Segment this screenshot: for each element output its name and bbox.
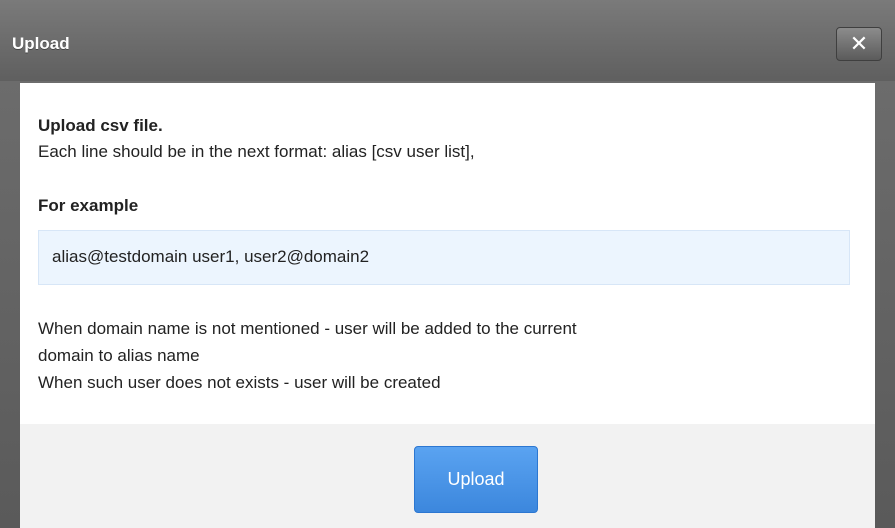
upload-dialog: Upload ✕ Upload csv file. Each line shou… xyxy=(0,0,895,528)
note-line-1: When domain name is not mentioned - user… xyxy=(38,319,577,338)
example-label: For example xyxy=(38,196,139,215)
dialog-titlebar: Upload ✕ xyxy=(0,0,895,81)
dialog-title: Upload xyxy=(12,34,70,53)
upload-button[interactable]: Upload xyxy=(414,446,538,513)
format-description: Each line should be in the next format: … xyxy=(38,142,475,161)
note-line-2: domain to alias name xyxy=(38,346,200,365)
upload-heading: Upload csv file. xyxy=(38,116,163,135)
example-value: alias@testdomain user1, user2@domain2 xyxy=(52,247,370,266)
note-line-3: When such user does not exists - user wi… xyxy=(38,373,441,392)
close-button[interactable]: ✕ xyxy=(836,27,882,61)
close-icon: ✕ xyxy=(849,31,869,56)
example-box: alias@testdomain user1, user2@domain2 xyxy=(38,230,850,285)
